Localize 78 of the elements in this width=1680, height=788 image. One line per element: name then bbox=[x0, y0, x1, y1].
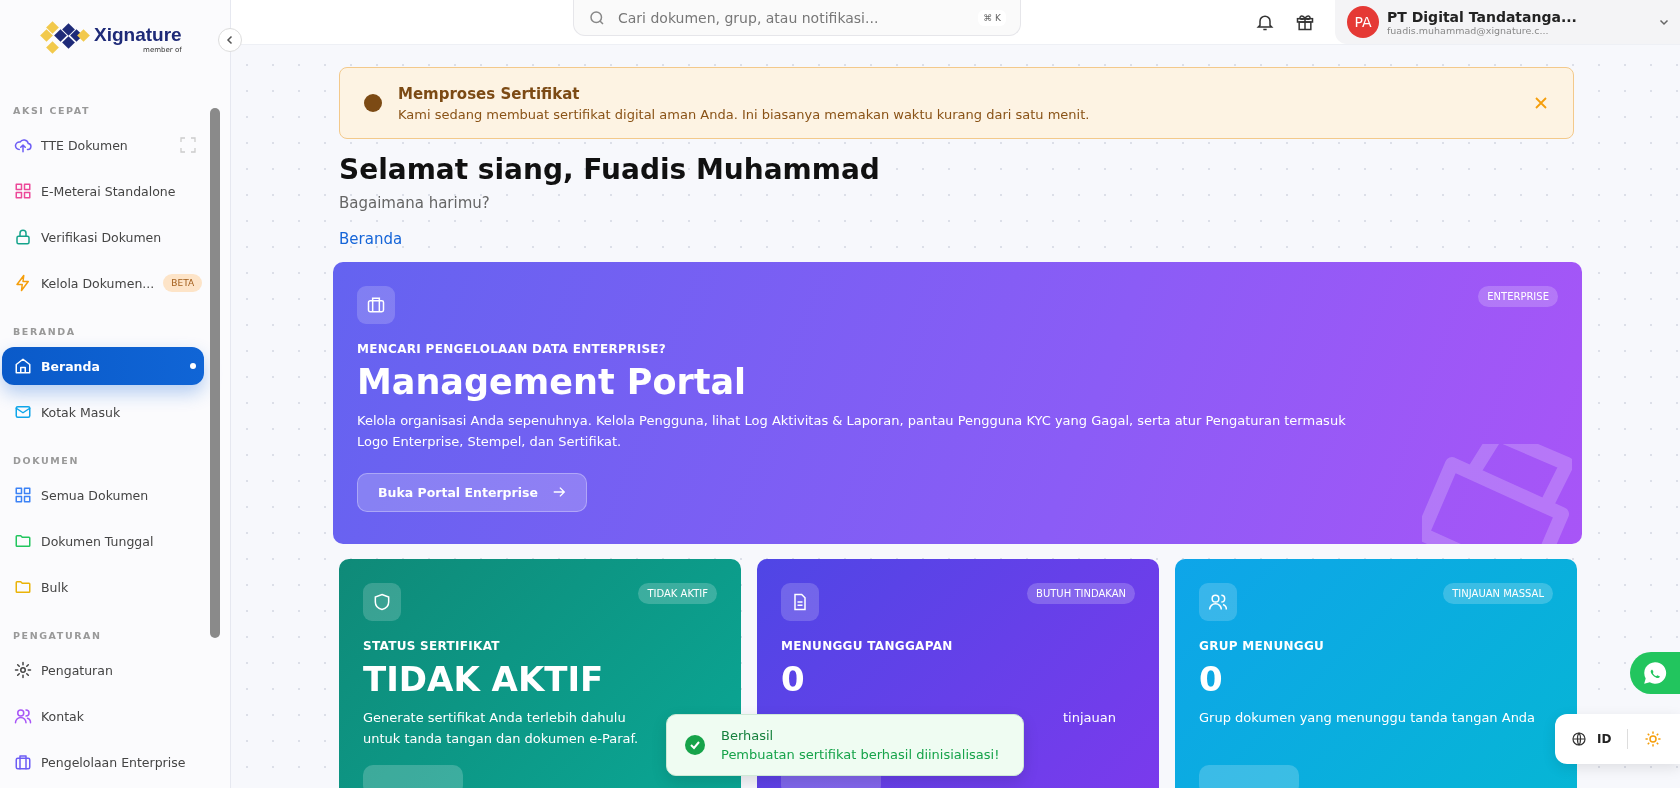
close-icon[interactable] bbox=[1533, 95, 1549, 111]
sidebar-item[interactable]: Pengelolaan Enterprise bbox=[2, 743, 204, 781]
section-title: DOKUMEN bbox=[12, 454, 80, 468]
logo-icon bbox=[40, 21, 90, 57]
sidebar-item[interactable]: Verifikasi Dokumen bbox=[2, 218, 204, 256]
gear-icon bbox=[14, 661, 32, 679]
toast-message: Pembuatan sertifikat berhasil diinisialisasi! bbox=[721, 747, 1001, 762]
briefcase-icon bbox=[357, 286, 395, 324]
folder-icon bbox=[14, 532, 32, 550]
users-icon bbox=[14, 707, 32, 725]
banner-title: Management Portal bbox=[357, 362, 748, 402]
sun-icon[interactable] bbox=[1644, 730, 1663, 748]
greeting-subtitle: Bagaimana harimu? bbox=[339, 194, 491, 212]
alert-message: Kami sedang membuat sertifikat digital aman Anda. Ini biasanya memakan waktu kurang dari satu menit. bbox=[398, 106, 1091, 122]
alert-title: Memproses Sertifikat bbox=[398, 84, 581, 103]
greeting-title: Selamat siang, Fuadis Muhammad bbox=[339, 153, 881, 186]
sidebar-item[interactable]: Pengaturan bbox=[2, 651, 204, 689]
status-dot-icon bbox=[364, 94, 382, 112]
sidebar-item[interactable]: Kelola Dokumen... BETA bbox=[2, 264, 204, 302]
chat-button[interactable] bbox=[1630, 652, 1680, 694]
brand-name: Xignature bbox=[94, 24, 182, 46]
grid-icon bbox=[14, 182, 32, 200]
sidebar-item[interactable]: Beranda bbox=[2, 347, 204, 385]
sidebar-item[interactable]: TTE Dokumen bbox=[2, 126, 204, 164]
arrow-right-icon bbox=[551, 485, 566, 500]
avatar: PA bbox=[1347, 6, 1379, 38]
section-title: AKSI CEPAT bbox=[12, 104, 92, 118]
active-dot bbox=[190, 363, 196, 369]
grid-icon bbox=[14, 486, 32, 504]
section-title: PENGATURAN bbox=[12, 629, 103, 643]
status-badge: TINJAUAN MASSAL bbox=[1443, 583, 1553, 604]
enterprise-badge: ENTERPRISE bbox=[1478, 286, 1558, 307]
search-bar[interactable]: Cari dokumen, grup, atau notifikasi... ⌘ K bbox=[573, 0, 1021, 36]
home-icon bbox=[14, 357, 32, 375]
sidebar-item[interactable]: Kotak Masuk bbox=[2, 393, 204, 431]
mail-icon bbox=[14, 403, 32, 421]
user-email: fuadis.muhammad@xignature.c... bbox=[1387, 24, 1549, 36]
sidebar-item[interactable]: Bulk bbox=[2, 568, 204, 606]
status-badge: BUTUH TINDAKAN bbox=[1027, 583, 1135, 604]
globe-icon bbox=[1571, 731, 1587, 747]
beta-badge: BETA bbox=[163, 274, 203, 292]
search-icon bbox=[588, 8, 606, 27]
breadcrumb-link[interactable]: Beranda bbox=[339, 230, 403, 248]
banner-eyebrow: MENCARI PENGELOLAAN DATA ENTERPRISE? bbox=[357, 342, 668, 356]
gift-icon[interactable] bbox=[1295, 12, 1315, 32]
toast-title: Berhasil bbox=[721, 728, 775, 743]
shield-icon bbox=[363, 583, 401, 621]
document-icon bbox=[781, 583, 819, 621]
card-label: GRUP MENUNGGU bbox=[1199, 639, 1326, 653]
card-description: Grup dokumen yang menunggu tanda tangan Anda bbox=[1199, 709, 1537, 727]
chat-bubble-icon bbox=[1642, 660, 1668, 686]
card-value: TIDAK AKTIF bbox=[363, 659, 605, 699]
card-value: 0 bbox=[1199, 659, 1224, 699]
search-field[interactable]: Cari dokumen, grup, atau notifikasi... bbox=[616, 8, 969, 27]
status-badge: TIDAK AKTIF bbox=[638, 583, 717, 604]
folder-icon bbox=[14, 578, 32, 596]
sidebar-item[interactable]: Semua Dokumen bbox=[2, 476, 204, 514]
card-label: STATUS SERTIFIKAT bbox=[363, 639, 501, 653]
card-description: tinjauan bbox=[1062, 709, 1117, 727]
users-icon bbox=[1199, 583, 1237, 621]
upload-icon bbox=[14, 136, 32, 154]
card-value: 0 bbox=[781, 659, 806, 699]
profile-menu[interactable]: PA PT Digital Tandatanga... fuadis.muhammad@xignature.c... bbox=[1335, 0, 1680, 44]
section-title: BERANDA bbox=[12, 325, 77, 339]
briefcase-icon bbox=[14, 753, 32, 771]
lock-icon bbox=[14, 228, 32, 246]
sidebar-item[interactable]: Kontak bbox=[2, 697, 204, 735]
company-name: PT Digital Tandatanga... bbox=[1387, 8, 1578, 25]
sidebar-item[interactable]: E-Meterai Standalone bbox=[2, 172, 204, 210]
banner-description: Kelola organisasi Anda sepenuhnya. Kelola Pengguna, lihat Log Aktivitas & Laporan, pantau Pengguna KYC yang Gagal, serta atur Pengaturan termasuk Logo Enterprise, Stempel, dan Sertifikat. bbox=[357, 412, 1347, 452]
card-label: MENUNGGU TANGGAPAN bbox=[781, 639, 954, 653]
language-switcher[interactable]: ID bbox=[1555, 714, 1680, 764]
bolt-icon bbox=[14, 274, 32, 292]
check-circle-icon bbox=[685, 735, 705, 755]
shortcut-hint: ⌘ K bbox=[978, 9, 1006, 26]
card-description: Generate sertifikat Anda terlebih dahulu untuk tanda tangan dan dokumen e-Paraf. bbox=[363, 709, 640, 749]
sidebar-item[interactable]: Dokumen Tunggal bbox=[2, 522, 204, 560]
scan-icon bbox=[180, 137, 196, 153]
